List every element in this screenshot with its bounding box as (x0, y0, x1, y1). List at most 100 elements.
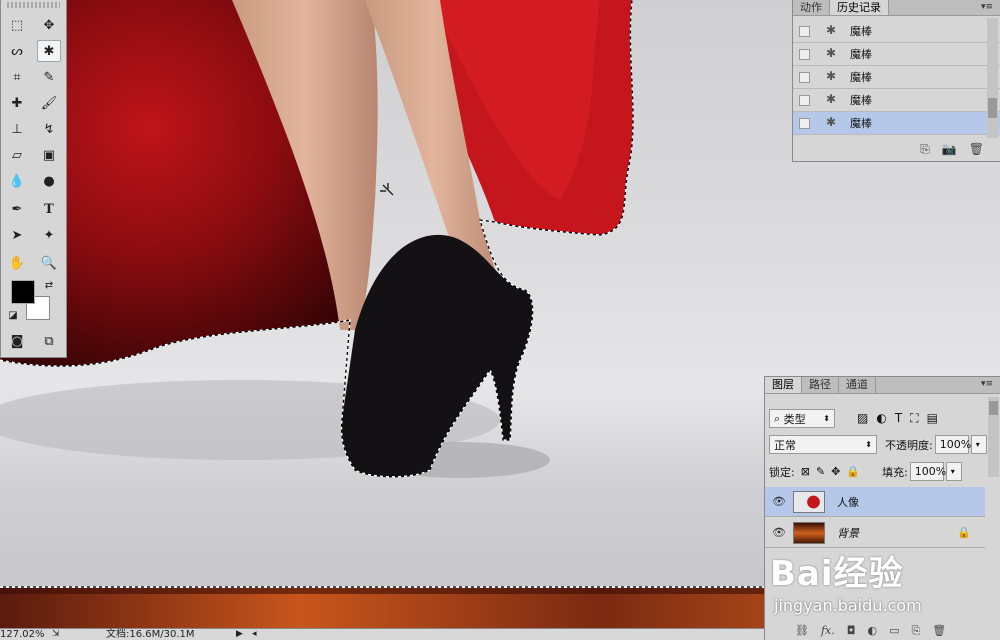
add-mask-icon[interactable]: ◘ (847, 624, 856, 638)
opacity-dropdown-icon[interactable]: ▾ (970, 435, 987, 454)
adjustment-layer-icon[interactable]: ◐ (867, 624, 877, 638)
type-tool-icon[interactable]: T (37, 198, 61, 220)
new-group-folder-icon[interactable]: ▭ (889, 624, 899, 638)
clone-stamp-tool-icon[interactable]: ⊥ (5, 118, 29, 140)
lasso-tool-icon[interactable]: ᔕ (5, 40, 29, 62)
tab-history[interactable]: 历史记录 (830, 0, 889, 15)
magic-wand-icon: ✱ (825, 69, 837, 83)
chevron-down-icon: ⬍ (865, 440, 872, 449)
swap-colors-icon[interactable]: ⇄ (37, 274, 61, 296)
healing-brush-tool-icon[interactable]: ✚ (5, 92, 29, 114)
export-icon[interactable]: ⇲ (52, 629, 60, 640)
history-panel: 动作 历史记录 ▾≡ ✱ 魔棒 ✱ 魔棒 ✱ 魔棒 ✱ 魔棒 ✱ 魔棒 ⎘ 📷 🗑 (792, 0, 1000, 162)
opacity-value: 100% (939, 438, 972, 451)
layer-filter-label: 类型 (783, 412, 806, 426)
visibility-eye-icon[interactable]: 👁 (765, 495, 793, 508)
lock-all-icon[interactable]: 🔒 (846, 465, 860, 478)
snapshot-camera-icon[interactable]: 📷 (942, 142, 957, 157)
link-layers-icon[interactable]: ⛓ (795, 624, 809, 638)
opacity-input[interactable]: 100% (934, 435, 972, 454)
layers-scrollbar[interactable] (988, 397, 999, 477)
history-item-selected[interactable]: ✱ 魔棒 (793, 112, 1000, 135)
tab-channels[interactable]: 通道 (839, 377, 876, 393)
baidu-watermark: Bai经验 jingyan.baidu.com (766, 526, 996, 622)
layer-name: 人像 (837, 495, 859, 509)
fill-label: 填充: (882, 465, 908, 479)
history-item-label: 魔棒 (850, 94, 872, 107)
history-checkbox[interactable] (799, 94, 810, 106)
magic-wand-tool-icon[interactable]: ✱ (37, 40, 61, 62)
tab-paths[interactable]: 路径 (802, 377, 839, 393)
layer-filter-select[interactable]: ⌕ 类型 ⬍ (769, 409, 835, 428)
history-item-label: 魔棒 (850, 71, 872, 84)
history-item[interactable]: ✱ 魔棒 (793, 66, 1000, 89)
blend-mode-label: 正常 (774, 438, 796, 452)
fill-input[interactable]: 100% (909, 462, 946, 481)
new-layer-icon[interactable]: ⎘ (911, 624, 920, 638)
panel-grip[interactable] (7, 2, 60, 8)
zoom-tool-icon[interactable]: 🔍 (37, 252, 61, 274)
filter-pixel-icon[interactable]: ▨ (857, 411, 868, 426)
history-item-label: 魔棒 (850, 25, 872, 38)
magic-wand-icon: ✱ (825, 23, 837, 37)
panel-menu-icon[interactable]: ▾≡ (974, 377, 1000, 393)
filter-shape-icon[interactable]: ⛶ (910, 411, 918, 426)
history-scrollbar[interactable] (987, 18, 998, 138)
status-menu-arrow-icon[interactable]: ▶ (236, 629, 243, 640)
history-item-label: 魔棒 (850, 117, 872, 130)
magic-wand-icon: ✱ (825, 92, 837, 106)
screen-mode-icon[interactable]: ⧉ (37, 330, 61, 352)
watermark-brand: Bai经验 (770, 554, 904, 594)
history-checkbox[interactable] (799, 71, 810, 83)
magic-wand-icon: ✱ (825, 115, 837, 129)
chevron-down-icon: ⬍ (823, 414, 830, 423)
history-item[interactable]: ✱ 魔棒 (793, 89, 1000, 112)
fill-dropdown-icon[interactable]: ▾ (945, 462, 962, 481)
blur-tool-icon[interactable]: 💧 (5, 170, 29, 192)
filter-smart-object-icon[interactable]: ▤ (927, 411, 938, 426)
lock-image-icon[interactable]: ✎ (816, 465, 825, 478)
history-checkbox[interactable] (799, 117, 810, 129)
blend-mode-select[interactable]: 正常 ⬍ (769, 435, 877, 454)
tab-layers[interactable]: 图层 (765, 377, 802, 393)
new-document-from-state-icon[interactable]: ⎘ (920, 142, 930, 157)
lock-transparent-icon[interactable]: ⊠ (801, 465, 810, 478)
tools-panel: ⬚ ✥ ᔕ ✱ ⌗ ✎ ✚ 🖌 ⊥ ↯ ▱ ▣ 💧 ● ✒ T ➤ ✦ ✋ 🔍 … (0, 0, 67, 358)
tab-actions[interactable]: 动作 (793, 0, 830, 15)
layer-effects-icon[interactable]: fx. (821, 624, 835, 638)
quick-mask-icon[interactable]: ◙ (5, 330, 29, 352)
dodge-tool-icon[interactable]: ● (37, 170, 61, 192)
shape-tool-icon[interactable]: ✦ (37, 224, 61, 246)
lock-position-icon[interactable]: ✥ (831, 465, 840, 478)
marquee-tool-icon[interactable]: ⬚ (5, 14, 29, 36)
gradient-tool-icon[interactable]: ▣ (37, 144, 61, 166)
scroll-left-icon[interactable]: ◂ (252, 629, 257, 640)
delete-trash-icon[interactable]: 🗑 (969, 142, 984, 157)
history-checkbox[interactable] (799, 25, 810, 37)
history-panel-tabs: 动作 历史记录 ▾≡ (793, 0, 1000, 16)
pen-tool-icon[interactable]: ✒ (5, 198, 29, 220)
delete-trash-icon[interactable]: 🗑 (932, 624, 946, 638)
history-brush-tool-icon[interactable]: ↯ (37, 118, 61, 140)
eraser-tool-icon[interactable]: ▱ (5, 144, 29, 166)
magic-wand-icon: ✱ (825, 46, 837, 60)
filter-adjustment-icon[interactable]: ◐ (876, 411, 886, 426)
history-checkbox[interactable] (799, 48, 810, 60)
lock-label: 锁定: (769, 465, 795, 479)
zoom-level[interactable]: 127.02% (0, 629, 45, 640)
foreground-color-swatch[interactable] (11, 280, 35, 304)
path-selection-tool-icon[interactable]: ➤ (5, 224, 29, 246)
brush-tool-icon[interactable]: 🖌 (37, 92, 61, 114)
history-item[interactable]: ✱ 魔棒 (793, 43, 1000, 66)
move-tool-icon[interactable]: ✥ (37, 14, 61, 36)
panel-menu-icon[interactable]: ▾≡ (974, 0, 1000, 15)
layer-row-portrait[interactable]: 👁 人像 (765, 487, 985, 517)
opacity-label: 不透明度: (885, 438, 933, 452)
default-colors-icon[interactable]: ◪ (1, 304, 25, 326)
crop-tool-icon[interactable]: ⌗ (5, 66, 29, 88)
history-item[interactable]: ✱ 魔棒 (793, 20, 1000, 43)
filter-type-icon[interactable]: T (895, 411, 902, 426)
layers-panel-tabs: 图层 路径 通道 ▾≡ (765, 377, 1000, 394)
hand-tool-icon[interactable]: ✋ (5, 252, 29, 274)
eyedropper-tool-icon[interactable]: ✎ (37, 66, 61, 88)
